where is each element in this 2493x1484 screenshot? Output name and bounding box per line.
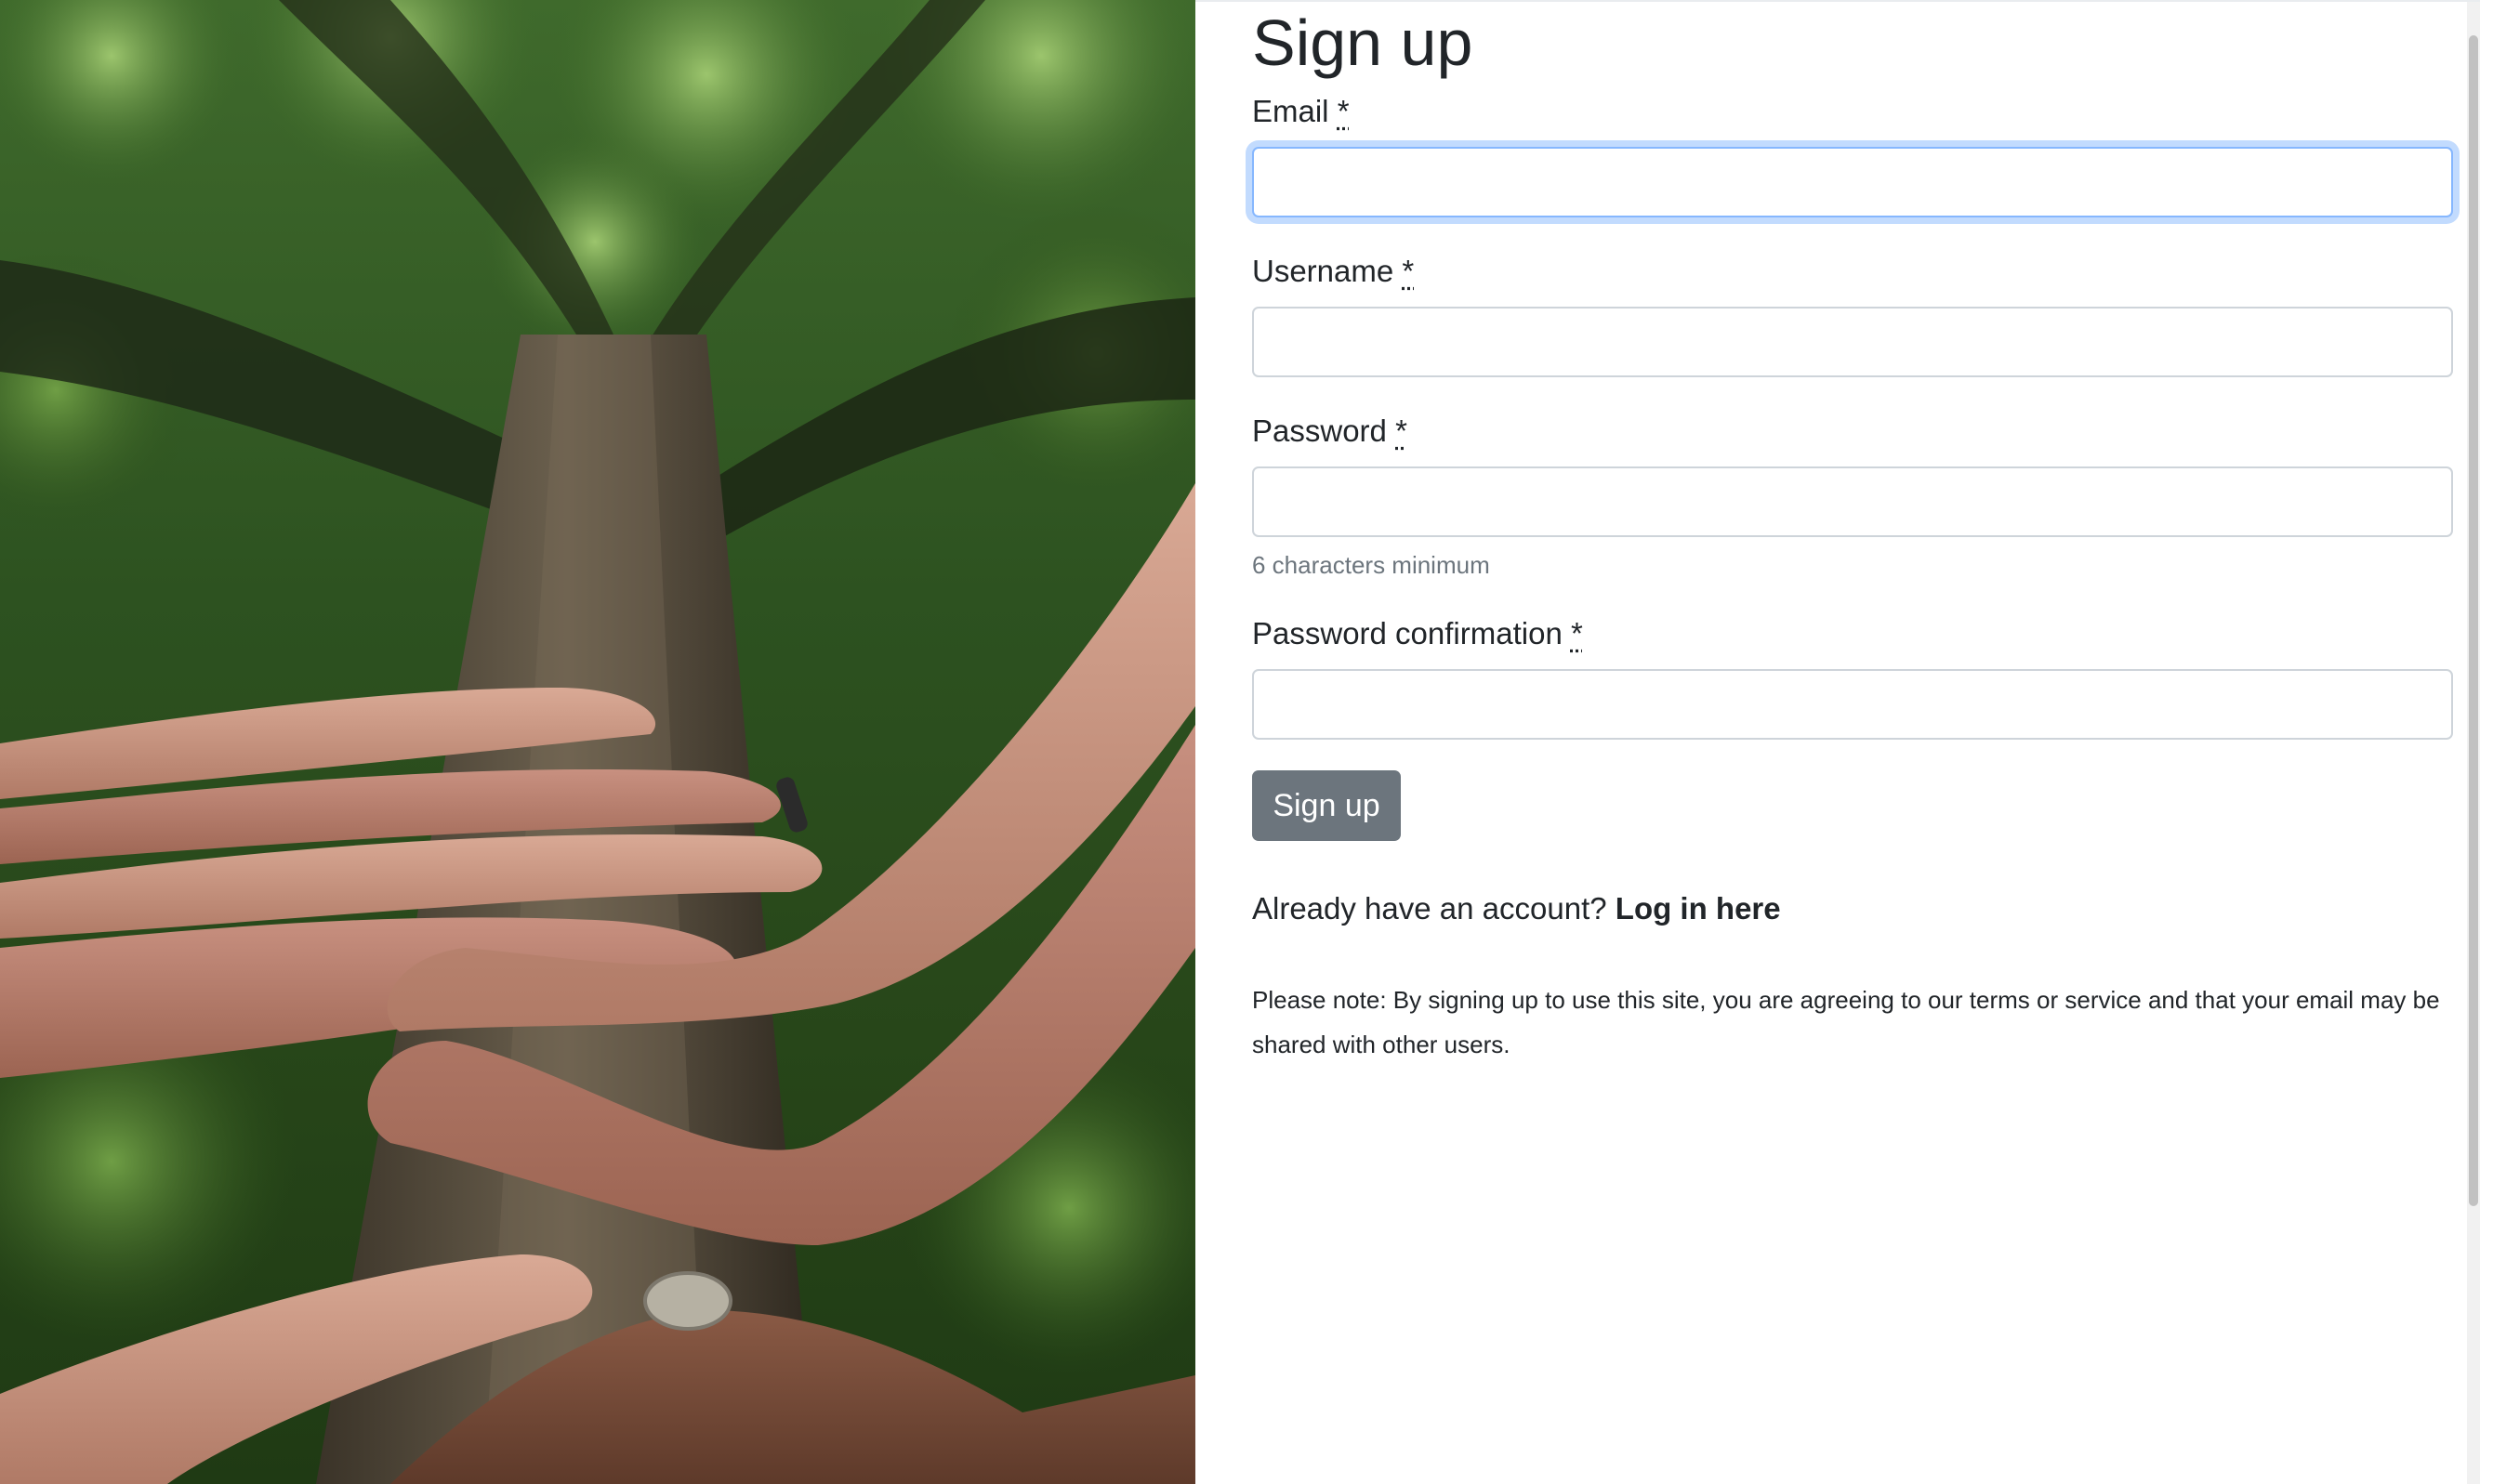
login-link[interactable]: Log in here (1616, 891, 1781, 926)
signup-submit-button[interactable]: Sign up (1252, 770, 1401, 841)
email-label-text: Email (1252, 94, 1329, 128)
required-marker: * (1395, 414, 1407, 448)
signup-page: Sign up Email * Username * Password * 6 … (0, 0, 2493, 1484)
required-marker: * (1402, 254, 1415, 288)
username-input[interactable] (1252, 307, 2453, 377)
page-scrollbar[interactable] (2467, 2, 2480, 1484)
scrollbar-thumb[interactable] (2469, 35, 2478, 1206)
forest-hands-image (0, 0, 1195, 1484)
required-marker: * (1570, 616, 1583, 650)
email-label: Email * (1252, 93, 1350, 130)
required-marker: * (1337, 94, 1350, 128)
password-confirmation-label: Password confirmation * (1252, 615, 1583, 652)
username-label: Username * (1252, 253, 1414, 290)
terms-note: Please note: By signing up to use this s… (1252, 986, 2440, 1058)
login-prompt: Already have an account? Log in here (1252, 890, 1781, 927)
password-confirmation-input[interactable] (1252, 669, 2453, 740)
hero-photo (0, 0, 1195, 1484)
password-confirmation-label-text: Password confirmation (1252, 616, 1563, 650)
password-help-text: 6 characters minimum (1252, 551, 1490, 579)
password-label: Password * (1252, 413, 1407, 450)
password-label-text: Password (1252, 414, 1387, 448)
signup-form-panel: Sign up Email * Username * Password * 6 … (1195, 0, 2480, 1484)
password-input[interactable] (1252, 466, 2453, 537)
login-prompt-text: Already have an account? (1252, 891, 1607, 926)
email-input[interactable] (1252, 147, 2453, 217)
username-label-text: Username (1252, 254, 1394, 288)
page-title: Sign up (1252, 7, 1473, 79)
